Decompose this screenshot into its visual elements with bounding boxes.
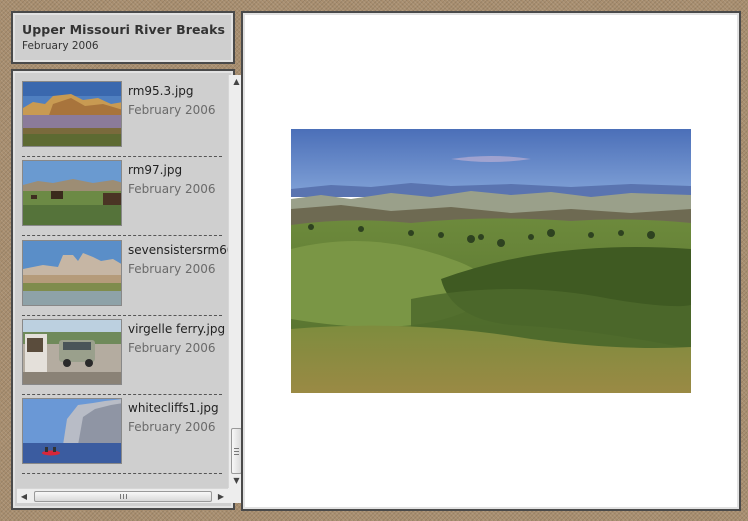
list-item[interactable]: whitecliffs1.jpg February 2006 <box>22 394 222 474</box>
main-photo[interactable] <box>291 129 691 393</box>
album-title: Upper Missouri River Breaks <box>22 22 226 37</box>
photo-name: whitecliffs1.jpg <box>128 401 219 415</box>
photo-thumbnail[interactable] <box>22 240 122 306</box>
horizontal-scrollbar[interactable]: ◀ ▶ <box>17 488 228 503</box>
photo-thumbnail[interactable] <box>22 160 122 226</box>
photo-viewer <box>241 11 741 511</box>
photo-thumbnail[interactable] <box>22 81 122 147</box>
album-date: February 2006 <box>22 40 99 52</box>
scroll-left-arrow-icon[interactable]: ◀ <box>17 489 31 504</box>
photo-name: virgelle ferry.jpg <box>128 322 226 336</box>
photo-date: February 2006 <box>128 103 216 117</box>
photo-thumbnail[interactable] <box>22 398 122 464</box>
list-item[interactable]: rm95.3.jpg February 2006 <box>22 77 222 157</box>
thumbnail-list-panel: rm95.3.jpg February 2006 rm97.jpg Februa… <box>11 69 243 510</box>
photo-thumbnail[interactable] <box>22 319 122 385</box>
album-header: Upper Missouri River Breaks February 200… <box>11 11 235 64</box>
horizontal-scroll-thumb[interactable] <box>34 491 212 502</box>
list-item[interactable]: sevensistersrm60 February 2006 <box>22 236 228 316</box>
photo-name: sevensistersrm60 <box>128 243 228 257</box>
photo-date: February 2006 <box>128 420 216 434</box>
photo-name: rm97.jpg <box>128 163 183 177</box>
photo-date: February 2006 <box>128 341 216 355</box>
thumbnail-list: rm95.3.jpg February 2006 rm97.jpg Februa… <box>17 75 228 488</box>
photo-date: February 2006 <box>128 262 216 276</box>
photo-date: February 2006 <box>128 182 216 196</box>
list-item[interactable]: rm97.jpg February 2006 <box>22 156 222 236</box>
list-item[interactable]: virgelle ferry.jpg February 2006 <box>22 315 226 395</box>
scroll-right-arrow-icon[interactable]: ▶ <box>214 489 228 504</box>
photo-name: rm95.3.jpg <box>128 84 194 98</box>
